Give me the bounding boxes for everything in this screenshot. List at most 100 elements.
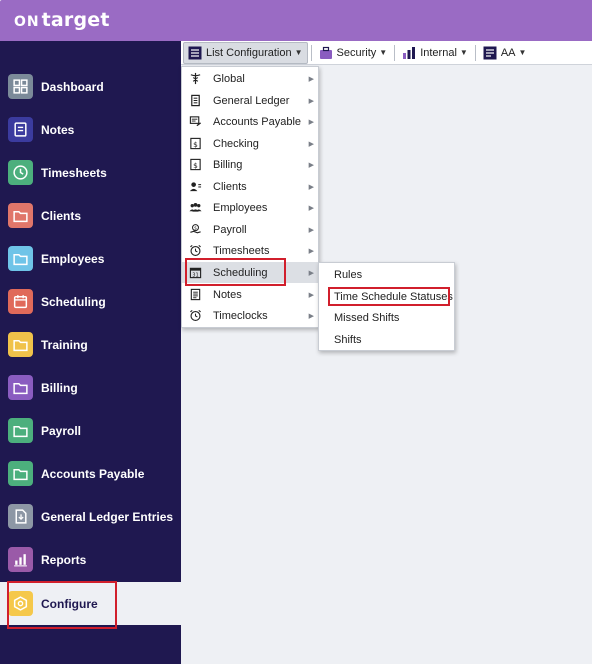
app-logo[interactable]: ON target [14, 9, 110, 31]
list-icon [188, 46, 202, 59]
ledger-icon [188, 94, 202, 108]
folder-icon [8, 332, 33, 357]
menu-item-label: Employees [213, 201, 268, 214]
toolbar-divider [310, 44, 312, 61]
chevron-right-icon: ▶ [308, 247, 314, 255]
folder-icon [8, 418, 33, 443]
submenu-item-missed-shifts[interactable]: Missed Shifts [319, 307, 454, 328]
sidebar-item-timesheets[interactable]: Timesheets [0, 151, 181, 194]
sidebar-item-clients[interactable]: Clients [0, 194, 181, 237]
briefcase-icon [319, 46, 332, 59]
aa-label: AA [500, 46, 516, 59]
people-icon [188, 201, 202, 215]
list-configuration-menu: Global ▶ General Ledger ▶ Accounts Payab… [181, 66, 319, 328]
aa-button[interactable]: AA ▼ [479, 42, 531, 64]
svg-text:$: $ [193, 161, 198, 170]
hand-money-icon: $ [188, 223, 202, 237]
folder-icon [8, 461, 33, 486]
chevron-right-icon: ▶ [308, 204, 314, 212]
sidebar-item-payroll[interactable]: Payroll [0, 409, 181, 452]
svg-text:$: $ [194, 226, 197, 232]
alarm-clock-icon [188, 244, 202, 258]
grid-icon [8, 74, 33, 99]
app-window: ON target Dashboard Notes Timesheets Cli… [0, 0, 592, 664]
list-icon [483, 46, 497, 59]
internal-label: Internal [420, 46, 457, 59]
internal-button[interactable]: Internal ▼ [398, 42, 472, 64]
menu-item-global[interactable]: Global ▶ [182, 68, 318, 89]
person-list-icon [188, 180, 202, 194]
caret-down-icon: ▼ [379, 48, 388, 57]
sidebar: Dashboard Notes Timesheets Clients Emplo… [0, 41, 181, 664]
submenu-item-shifts[interactable]: Shifts [319, 329, 454, 350]
menu-item-label: Checking [213, 137, 259, 150]
security-label: Security [336, 46, 377, 59]
submenu-item-label: Missed Shifts [334, 311, 400, 324]
chevron-right-icon: ▶ [308, 312, 314, 320]
top-header: ON target [0, 0, 592, 41]
sidebar-item-label: Dashboard [41, 79, 104, 94]
scheduling-highlight-box [185, 258, 286, 286]
submenu-item-rules[interactable]: Rules [319, 264, 454, 285]
logo-target: target [41, 9, 110, 31]
menu-item-label: Timesheets [213, 244, 270, 257]
sidebar-item-label: Payroll [41, 423, 82, 438]
bar-chart-icon [8, 547, 33, 572]
chevron-right-icon: ▶ [308, 161, 314, 169]
menu-item-general-ledger[interactable]: General Ledger ▶ [182, 90, 318, 111]
invoice-icon [188, 115, 202, 129]
sidebar-item-label: Timesheets [41, 165, 107, 180]
sidebar-item-billing[interactable]: Billing [0, 366, 181, 409]
menu-item-timeclocks[interactable]: Timeclocks ▶ [182, 305, 318, 326]
menu-item-label: Accounts Payable [213, 115, 302, 128]
sidebar-item-dashboard[interactable]: Dashboard [0, 65, 181, 108]
list-configuration-button[interactable]: List Configuration ▼ [183, 41, 308, 64]
notepad-icon [188, 288, 202, 302]
folder-icon [8, 246, 33, 271]
logo-on: ON [14, 14, 40, 30]
sidebar-item-accounts-payable[interactable]: Accounts Payable [0, 452, 181, 495]
toolbar-divider [394, 44, 396, 61]
security-button[interactable]: Security ▼ [315, 42, 392, 64]
list-configuration-label: List Configuration [206, 46, 292, 59]
sidebar-item-notes[interactable]: Notes [0, 108, 181, 151]
sidebar-item-label: Accounts Payable [41, 466, 145, 481]
menu-item-clients[interactable]: Clients ▶ [182, 176, 318, 197]
chevron-right-icon: ▶ [308, 118, 314, 126]
caret-down-icon: ▼ [459, 48, 468, 57]
menu-item-accounts-payable[interactable]: Accounts Payable ▶ [182, 111, 318, 132]
chevron-right-icon: ▶ [308, 75, 314, 83]
caret-down-icon: ▼ [294, 48, 303, 57]
chevron-right-icon: ▶ [308, 291, 314, 299]
configure-highlight-box [7, 581, 117, 629]
sidebar-item-label: Scheduling [41, 294, 106, 309]
chevron-right-icon: ▶ [308, 269, 314, 277]
chevron-right-icon: ▶ [308, 140, 314, 148]
sidebar-item-employees[interactable]: Employees [0, 237, 181, 280]
menu-item-billing[interactable]: $ Billing ▶ [182, 154, 318, 175]
chevron-right-icon: ▶ [308, 97, 314, 105]
menu-item-label: Billing [213, 158, 243, 171]
sidebar-item-label: Employees [41, 251, 105, 266]
caret-down-icon: ▼ [518, 48, 527, 57]
menu-item-notes[interactable]: Notes ▶ [182, 284, 318, 305]
menu-item-payroll[interactable]: $ Payroll ▶ [182, 219, 318, 240]
sidebar-item-label: Notes [41, 122, 75, 137]
folder-icon [8, 203, 33, 228]
sidebar-item-scheduling[interactable]: Scheduling [0, 280, 181, 323]
menu-item-employees[interactable]: Employees ▶ [182, 197, 318, 218]
calendar-icon [8, 289, 33, 314]
menu-item-label: Clients [213, 180, 247, 193]
caduceus-icon [188, 72, 202, 86]
menu-item-checking[interactable]: $ Checking ▶ [182, 133, 318, 154]
sidebar-item-training[interactable]: Training [0, 323, 181, 366]
clock-icon [8, 160, 33, 185]
submenu-item-label: Shifts [334, 333, 362, 346]
menu-item-label: Global [213, 72, 245, 85]
time-schedule-statuses-highlight-box [328, 287, 450, 306]
sidebar-item-reports[interactable]: Reports [0, 538, 181, 581]
folder-icon [8, 375, 33, 400]
document-icon [8, 504, 33, 529]
dollar-icon: $ [188, 137, 202, 151]
sidebar-item-general-ledger-entries[interactable]: General Ledger Entries [0, 495, 181, 538]
